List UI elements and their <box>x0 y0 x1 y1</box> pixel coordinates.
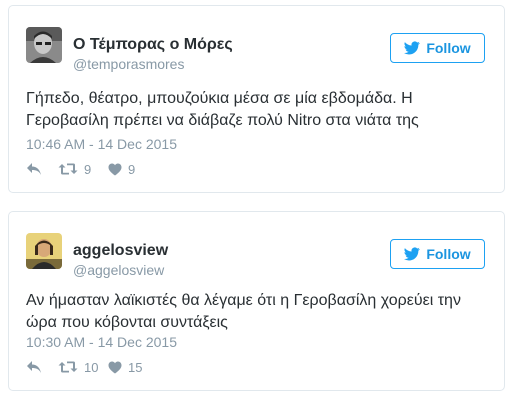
display-name[interactable]: Ο Τέμπορας ο Μόρες <box>73 36 233 54</box>
tweet-actions: 9 9 <box>26 160 135 178</box>
timestamp[interactable]: 10:46 AM - 14 Dec 2015 <box>26 136 177 152</box>
avatar[interactable] <box>26 27 62 63</box>
avatar[interactable] <box>26 233 62 269</box>
reply-icon <box>27 163 41 175</box>
tweet-card: Ο Τέμπορας ο Μόρες @temporasmores Follow… <box>8 5 505 193</box>
tweet-text: Γήπεδο, θέατρο, μπουζούκια μέσα σε μία ε… <box>26 90 419 129</box>
bird-icon <box>404 41 421 55</box>
heart-icon <box>108 361 122 373</box>
reply-button[interactable] <box>26 162 58 176</box>
like-count: 9 <box>128 161 136 177</box>
follow-label: Follow <box>426 40 471 56</box>
retweet-count: 10 <box>84 359 99 375</box>
like-button[interactable]: 15 <box>108 360 142 375</box>
user-handle[interactable]: @temporasmores <box>73 56 184 72</box>
retweet-button[interactable]: 9 <box>58 162 108 177</box>
retweet-icon <box>58 361 78 373</box>
retweet-count: 9 <box>84 161 92 177</box>
reply-button[interactable] <box>26 360 58 374</box>
reply-icon <box>27 361 41 373</box>
tweet-text: Αν ήμασταν λαϊκιστές θα λέγαμε ότι η Γερ… <box>26 292 461 331</box>
tweet-card: aggelosview @aggelosview Follow Αν ήμαστ… <box>8 211 505 391</box>
follow-label: Follow <box>426 246 471 262</box>
like-count: 15 <box>128 359 143 375</box>
retweet-icon <box>58 163 78 175</box>
bird-icon <box>404 247 421 261</box>
follow-button[interactable]: Follow <box>390 33 485 63</box>
timestamp[interactable]: 10:30 AM - 14 Dec 2015 <box>26 334 177 350</box>
like-button[interactable]: 9 <box>108 162 135 177</box>
user-handle[interactable]: @aggelosview <box>73 262 164 278</box>
tweet-actions: 10 15 <box>26 358 142 376</box>
display-name[interactable]: aggelosview <box>73 242 168 260</box>
follow-button[interactable]: Follow <box>390 239 485 269</box>
heart-icon <box>108 163 122 175</box>
retweet-button[interactable]: 10 <box>58 360 108 375</box>
